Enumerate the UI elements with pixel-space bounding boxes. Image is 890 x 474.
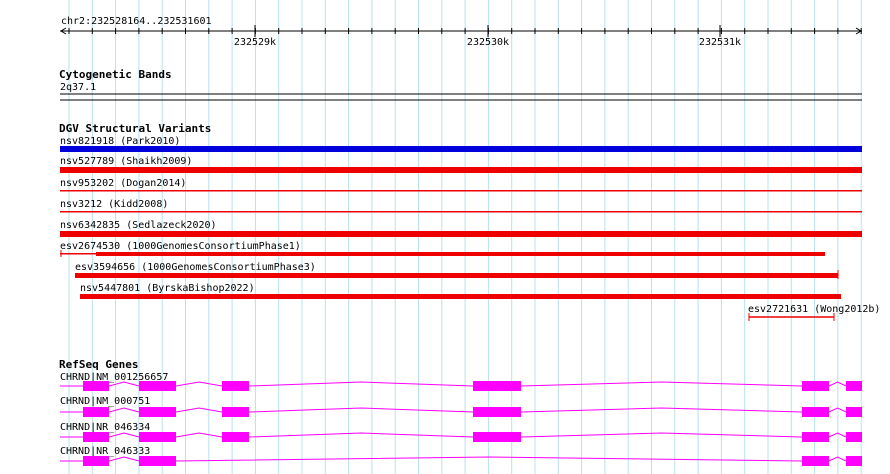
exon-block [83, 432, 109, 442]
exon-block [846, 407, 862, 417]
exon-block [846, 432, 862, 442]
transcript-model[interactable] [60, 381, 862, 391]
intron-line [520, 407, 803, 413]
exon-block [222, 407, 249, 417]
exon-block [139, 432, 176, 442]
exon-block [222, 381, 249, 391]
ruler-track: chr2:232528164..232531601 232529k 232530… [60, 16, 862, 48]
intron-line [108, 456, 140, 462]
genome-browser-view: chr2:232528164..232531601 232529k 232530… [59, 0, 880, 474]
tick-label: 232531k [699, 37, 741, 48]
track-title: Cytogenetic Bands [59, 68, 172, 81]
variant-label: nsv527789 (Shaikh2009) [60, 156, 192, 167]
intron-line [248, 432, 474, 438]
location-label: chr2:232528164..232531601 [61, 16, 212, 27]
exon-block [802, 432, 829, 442]
variant-label: esv2721631 (Wong2012b) [748, 304, 880, 315]
variant-feature[interactable] [60, 211, 862, 213]
variant-label: nsv821918 (Park2010) [60, 136, 180, 147]
track-title: DGV Structural Variants [59, 122, 211, 135]
exon-block [83, 456, 109, 466]
variant-feature[interactable] [60, 167, 862, 173]
refseq-track[interactable]: RefSeq Genes CHRND|NM_001256657 CHRND|NM… [59, 358, 862, 466]
variant-feature[interactable] [60, 231, 862, 237]
variant-label: esv2674530 (1000GenomesConsortiumPhase1) [60, 241, 301, 252]
variant-feature[interactable] [60, 146, 862, 152]
intron-line [175, 407, 223, 413]
cytobands-track[interactable]: Cytogenetic Bands 2q37.1 [59, 68, 862, 101]
transcript-label: CHRND|NR_046333 [60, 446, 150, 457]
intron-line [175, 456, 803, 462]
exon-block [139, 456, 176, 466]
variant-feature[interactable] [80, 294, 841, 299]
exon-block [139, 407, 176, 417]
tick-label: 232530k [467, 37, 509, 48]
variant-label: nsv6342835 (Sedlazeck2020) [60, 220, 217, 231]
transcript-label: CHRND|NR_046334 [60, 422, 150, 433]
exon-block [846, 456, 862, 466]
variant-label: nsv5447801 (ByrskaBishop2022) [80, 283, 255, 294]
intron-line [248, 381, 474, 387]
exon-block [802, 407, 829, 417]
variant-label: esv3594656 (1000GenomesConsortiumPhase3) [75, 262, 316, 273]
variant-label: nsv953202 (Dogan2014) [60, 178, 186, 189]
exon-block [473, 381, 521, 391]
intron-line [175, 381, 223, 387]
exon-block [83, 381, 109, 391]
variant-label: nsv3212 (Kidd2008) [60, 199, 168, 210]
transcript-label: CHRND|NM_000751 [60, 396, 150, 407]
tick-label: 232529k [234, 37, 276, 48]
exon-block [83, 407, 109, 417]
intron-line [248, 407, 474, 413]
intron-line [108, 432, 140, 438]
intron-line [108, 407, 140, 413]
gene-models[interactable] [60, 381, 862, 466]
exon-block [802, 456, 829, 466]
transcript-model[interactable] [60, 456, 862, 466]
variant-feature[interactable] [60, 190, 862, 192]
exon-block [222, 432, 249, 442]
intron-line [175, 432, 223, 438]
exon-block [473, 432, 521, 442]
transcript-model[interactable] [60, 432, 862, 442]
exon-block [846, 381, 862, 391]
band-label: 2q37.1 [60, 82, 96, 93]
intron-line [520, 381, 803, 387]
exon-block [473, 407, 521, 417]
transcript-model[interactable] [60, 407, 862, 417]
dgv-track[interactable]: DGV Structural Variants nsv821918 (Park2… [59, 122, 880, 321]
exon-block [139, 381, 176, 391]
exon-block [802, 381, 829, 391]
track-title: RefSeq Genes [59, 358, 138, 371]
intron-line [520, 432, 803, 438]
